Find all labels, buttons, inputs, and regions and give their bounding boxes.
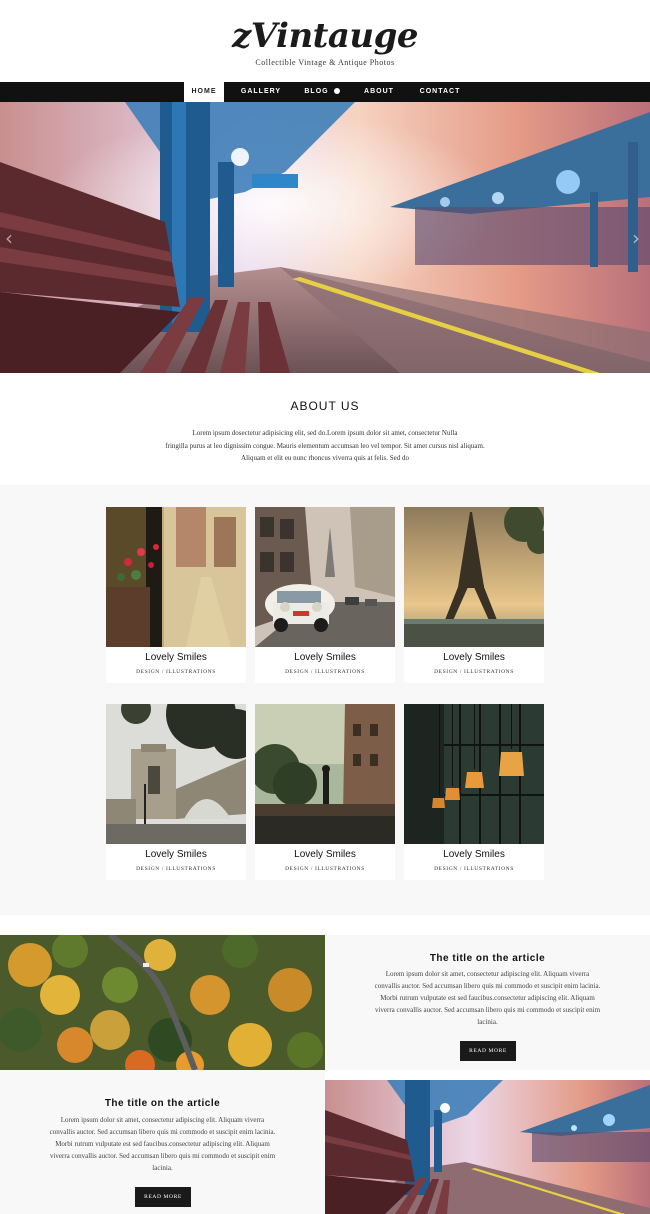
about-title: ABOUT US <box>290 399 360 413</box>
nav-item-blog[interactable]: BLOG <box>298 82 346 102</box>
gallery-card-title: Lovely Smiles <box>294 849 356 860</box>
gallery-card[interactable]: Lovely Smiles DESIGN / ILLUSTRATIONS <box>255 507 395 683</box>
site-header: zVintauge Collectible Vintage & Antique … <box>0 0 650 82</box>
gallery-card-title: Lovely Smiles <box>443 652 505 663</box>
gallery-card-category: DESIGN / ILLUSTRATIONS <box>136 669 216 675</box>
nav-item-contact[interactable]: CONTACT <box>412 82 468 102</box>
article-image <box>325 1080 650 1214</box>
site-tagline: Collectible Vintage & Antique Photos <box>255 58 395 67</box>
gallery-card[interactable]: Lovely Smiles DESIGN / ILLUSTRATIONS <box>106 704 246 880</box>
gallery-card[interactable]: Lovely Smiles DESIGN / ILLUSTRATIONS <box>106 507 246 683</box>
about-line: fringilla purus at leo dignissim congue.… <box>165 441 485 450</box>
article-line: lacinia. <box>477 1018 498 1026</box>
gallery-card-title: Lovely Smiles <box>145 652 207 663</box>
nav-item-home[interactable]: HOME <box>184 82 224 102</box>
gallery-photo <box>404 507 544 647</box>
nav-item-label: CONTACT <box>419 88 461 95</box>
main-nav: HOME GALLERY BLOG ABOUT CONTACT <box>0 82 650 102</box>
article-text: Lorem ipsum dolor sit amet, consectetur … <box>15 1114 310 1174</box>
nav-item-label: ABOUT <box>364 88 394 95</box>
gallery-photo <box>255 507 395 647</box>
gallery-photo <box>106 507 246 647</box>
hero-slider: ‹ › <box>0 102 650 373</box>
article-image <box>0 935 325 1070</box>
gallery-photo <box>106 704 246 844</box>
gallery-photo <box>255 704 395 844</box>
article-line: viverra convallis auctor. Sed accumsan l… <box>49 1152 276 1160</box>
article-line: Lorem ipsum dolor sit amet, consectetur … <box>60 1116 265 1124</box>
gallery-card[interactable]: Lovely Smiles DESIGN / ILLUSTRATIONS <box>255 704 395 880</box>
article-line: lacinia. <box>152 1164 173 1172</box>
chevron-left-icon[interactable]: ‹ <box>5 226 13 250</box>
article-line: viverra convallis auctor. Sed accumsan l… <box>374 1006 601 1014</box>
plus-circle-icon <box>333 87 340 94</box>
gallery-card-title: Lovely Smiles <box>294 652 356 663</box>
gallery-card-category: DESIGN / ILLUSTRATIONS <box>285 866 365 872</box>
article-title: The title on the article <box>104 1098 221 1109</box>
nav-item-label: HOME <box>191 88 217 95</box>
gallery-card[interactable]: Lovely Smiles DESIGN / ILLUSTRATIONS <box>404 704 544 880</box>
about-line: Aliquam et elit eu nunc rhoncus viverra … <box>241 454 409 462</box>
article-title: The title on the article <box>429 953 546 964</box>
read-more-button[interactable]: READ MORE <box>460 1041 516 1061</box>
gallery-card-title: Lovely Smiles <box>145 849 207 860</box>
gallery-card-category: DESIGN / ILLUSTRATIONS <box>285 669 365 675</box>
about-line: Lorem ipsum dosectetur adipisicing elit,… <box>192 429 458 437</box>
gallery-card-category: DESIGN / ILLUSTRATIONS <box>434 866 514 872</box>
nav-item-gallery[interactable]: GALLERY <box>236 82 286 102</box>
gallery-card-category: DESIGN / ILLUSTRATIONS <box>434 669 514 675</box>
article-line: Morbi rutrum vulputate est sed faucibus.… <box>380 994 595 1002</box>
gallery-section: Lovely Smiles DESIGN / ILLUSTRATIONS Lov… <box>0 485 650 915</box>
read-more-button[interactable]: READ MORE <box>135 1187 191 1207</box>
nav-item-about[interactable]: ABOUT <box>356 82 402 102</box>
hero-image <box>0 102 650 373</box>
nav-item-label: BLOG <box>304 88 329 95</box>
about-text: Lorem ipsum dosectetur adipisicing elit,… <box>155 427 495 465</box>
site-logo[interactable]: zVintauge <box>0 16 650 56</box>
article-line: convallis auctor. Sed accumsan libero qu… <box>49 1128 276 1136</box>
gallery-card-title: Lovely Smiles <box>443 849 505 860</box>
article-text: Lorem ipsum dolor sit amet, consectetur … <box>340 968 635 1028</box>
chevron-right-icon[interactable]: › <box>632 226 640 250</box>
article-line: convallis auctor. Sed accumsan libero qu… <box>374 982 601 990</box>
gallery-card-category: DESIGN / ILLUSTRATIONS <box>136 866 216 872</box>
article-line: Morbi rutrum vulputate est sed faucibus.… <box>55 1140 270 1148</box>
article-line: Lorem ipsum dolor sit amet, consectetur … <box>385 970 590 978</box>
gallery-photo <box>404 704 544 844</box>
gallery-card[interactable]: Lovely Smiles DESIGN / ILLUSTRATIONS <box>404 507 544 683</box>
nav-item-label: GALLERY <box>240 88 282 95</box>
